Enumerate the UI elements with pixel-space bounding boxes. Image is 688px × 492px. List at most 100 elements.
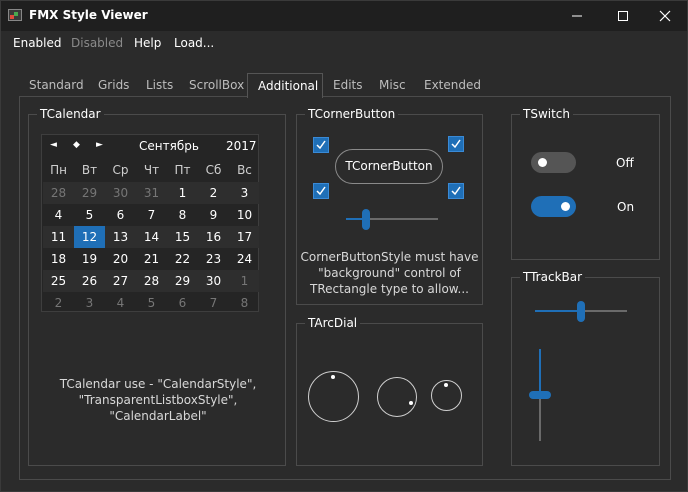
prev-month-icon[interactable]: ◄ bbox=[50, 140, 57, 150]
calendar-day[interactable]: 11 bbox=[43, 226, 74, 248]
calendar-day[interactable]: 29 bbox=[167, 270, 198, 292]
calendar-weekday: Вт bbox=[81, 163, 98, 177]
menu-load[interactable]: Load... bbox=[174, 36, 214, 50]
calendar-day[interactable]: 2 bbox=[43, 292, 74, 314]
calendar-day[interactable]: 3 bbox=[229, 182, 260, 204]
arcdial-group-title: TArcDial bbox=[305, 316, 361, 330]
corner-checkbox-top-left[interactable] bbox=[313, 137, 329, 153]
tab-extended[interactable]: Extended bbox=[424, 73, 481, 97]
calendar-day[interactable]: 1 bbox=[167, 182, 198, 204]
calendar-day[interactable]: 19 bbox=[74, 248, 105, 270]
calendar-day[interactable]: 27 bbox=[105, 270, 136, 292]
switch-group-title: TSwitch bbox=[520, 107, 574, 121]
calendar-caption: TCalendar use - "CalendarStyle", "Transp… bbox=[31, 376, 285, 424]
app-icon bbox=[8, 9, 22, 21]
tab-standard[interactable]: Standard bbox=[29, 73, 84, 97]
corner-button[interactable]: TCornerButton bbox=[335, 149, 443, 184]
calendar-day[interactable]: 8 bbox=[167, 204, 198, 226]
calendar-day[interactable]: 7 bbox=[136, 204, 167, 226]
calendar-year: 2017 bbox=[226, 139, 257, 153]
calendar-day[interactable]: 13 bbox=[105, 226, 136, 248]
trackbar-horizontal-thumb[interactable] bbox=[577, 301, 585, 322]
calendar-caption-line2: "TransparentListboxStyle", "CalendarLabe… bbox=[78, 393, 238, 423]
tab-edits[interactable]: Edits bbox=[333, 73, 363, 97]
calendar-month: Сентябрь bbox=[139, 139, 199, 153]
switch-off[interactable] bbox=[531, 152, 576, 173]
calendar-day[interactable]: 12 bbox=[74, 226, 105, 248]
calendar[interactable]: ◄ ◆ ► Сентябрь 2017 Пн Вт Ср Чт Пт Сб Вс 28 29 30… bbox=[41, 134, 259, 312]
tab-scrollbox[interactable]: ScrollBox bbox=[189, 73, 244, 97]
calendar-day[interactable]: 7 bbox=[198, 292, 229, 314]
calendar-day[interactable]: 16 bbox=[198, 226, 229, 248]
tab-misc[interactable]: Misc bbox=[379, 73, 406, 97]
calendar-day[interactable]: 30 bbox=[105, 182, 136, 204]
calendar-day[interactable]: 24 bbox=[229, 248, 260, 270]
calendar-day[interactable]: 17 bbox=[229, 226, 260, 248]
arc-dial-small-indicator bbox=[444, 383, 448, 387]
calendar-day[interactable]: 6 bbox=[105, 204, 136, 226]
calendar-day[interactable]: 30 bbox=[198, 270, 229, 292]
calendar-caption-line1: TCalendar use - "CalendarStyle", bbox=[59, 377, 257, 391]
calendar-day[interactable]: 29 bbox=[74, 182, 105, 204]
arc-dial-medium[interactable] bbox=[377, 377, 417, 417]
calendar-day[interactable]: 22 bbox=[167, 248, 198, 270]
tab-grids[interactable]: Grids bbox=[98, 73, 129, 97]
trackbar-vertical-thumb[interactable] bbox=[529, 391, 551, 399]
calendar-day[interactable]: 1 bbox=[229, 270, 260, 292]
corner-checkbox-bottom-left[interactable] bbox=[313, 183, 329, 199]
calendar-day[interactable]: 4 bbox=[105, 292, 136, 314]
arc-dial-large-indicator bbox=[331, 375, 335, 379]
switch-group: TSwitch bbox=[511, 107, 660, 260]
calendar-day[interactable]: 14 bbox=[136, 226, 167, 248]
calendar-day[interactable]: 5 bbox=[74, 204, 105, 226]
switch-on[interactable] bbox=[531, 196, 576, 217]
calendar-day[interactable]: 2 bbox=[198, 182, 229, 204]
calendar-weekday: Пн bbox=[50, 163, 67, 177]
calendar-day[interactable]: 23 bbox=[198, 248, 229, 270]
calendar-day[interactable]: 20 bbox=[105, 248, 136, 270]
calendar-day[interactable]: 15 bbox=[167, 226, 198, 248]
calendar-day[interactable]: 26 bbox=[74, 270, 105, 292]
close-button[interactable] bbox=[642, 1, 688, 31]
calendar-day[interactable]: 3 bbox=[74, 292, 105, 314]
minimize-button[interactable] bbox=[554, 1, 600, 31]
maximize-button[interactable] bbox=[600, 1, 646, 31]
checkmark-icon bbox=[451, 186, 461, 196]
today-icon[interactable]: ◆ bbox=[73, 140, 80, 150]
menu-help[interactable]: Help bbox=[134, 36, 161, 50]
calendar-day[interactable]: 9 bbox=[198, 204, 229, 226]
tab-lists[interactable]: Lists bbox=[146, 73, 173, 97]
calendar-day[interactable]: 28 bbox=[136, 270, 167, 292]
calendar-day[interactable]: 4 bbox=[43, 204, 74, 226]
calendar-weekday: Вс bbox=[237, 163, 252, 177]
arc-dial-large[interactable] bbox=[308, 371, 359, 422]
minimize-icon bbox=[572, 15, 582, 17]
calendar-day[interactable]: 10 bbox=[229, 204, 260, 226]
calendar-weekday: Сб bbox=[205, 163, 222, 177]
calendar-day[interactable]: 6 bbox=[167, 292, 198, 314]
switch-on-knob bbox=[561, 202, 570, 211]
trackbar-group: TTrackBar bbox=[511, 270, 660, 466]
arc-dial-small[interactable] bbox=[431, 380, 462, 411]
calendar-day[interactable]: 5 bbox=[136, 292, 167, 314]
tab-additional[interactable]: Additional bbox=[247, 73, 323, 98]
title-bar[interactable]: FMX Style Viewer bbox=[1, 1, 687, 31]
menu-disabled[interactable]: Disabled bbox=[71, 36, 123, 50]
next-month-icon[interactable]: ► bbox=[96, 140, 103, 150]
calendar-day[interactable]: 28 bbox=[43, 182, 74, 204]
calendar-day[interactable]: 8 bbox=[229, 292, 260, 314]
calendar-day[interactable]: 18 bbox=[43, 248, 74, 270]
corner-checkbox-bottom-right[interactable] bbox=[448, 183, 464, 199]
menu-enabled[interactable]: Enabled bbox=[13, 36, 62, 50]
switch-off-knob bbox=[538, 158, 547, 167]
corner-checkbox-top-right[interactable] bbox=[448, 136, 464, 152]
calendar-weekday: Пт bbox=[174, 163, 191, 177]
switch-on-label: On bbox=[617, 200, 635, 214]
window-title: FMX Style Viewer bbox=[29, 8, 148, 22]
calendar-day[interactable]: 21 bbox=[136, 248, 167, 270]
calendar-group-title: TCalendar bbox=[37, 107, 104, 121]
app-window: FMX Style Viewer Enabled Disabled Help L… bbox=[0, 0, 688, 492]
calendar-day[interactable]: 31 bbox=[136, 182, 167, 204]
calendar-day[interactable]: 25 bbox=[43, 270, 74, 292]
corner-slider-thumb[interactable] bbox=[362, 209, 370, 230]
